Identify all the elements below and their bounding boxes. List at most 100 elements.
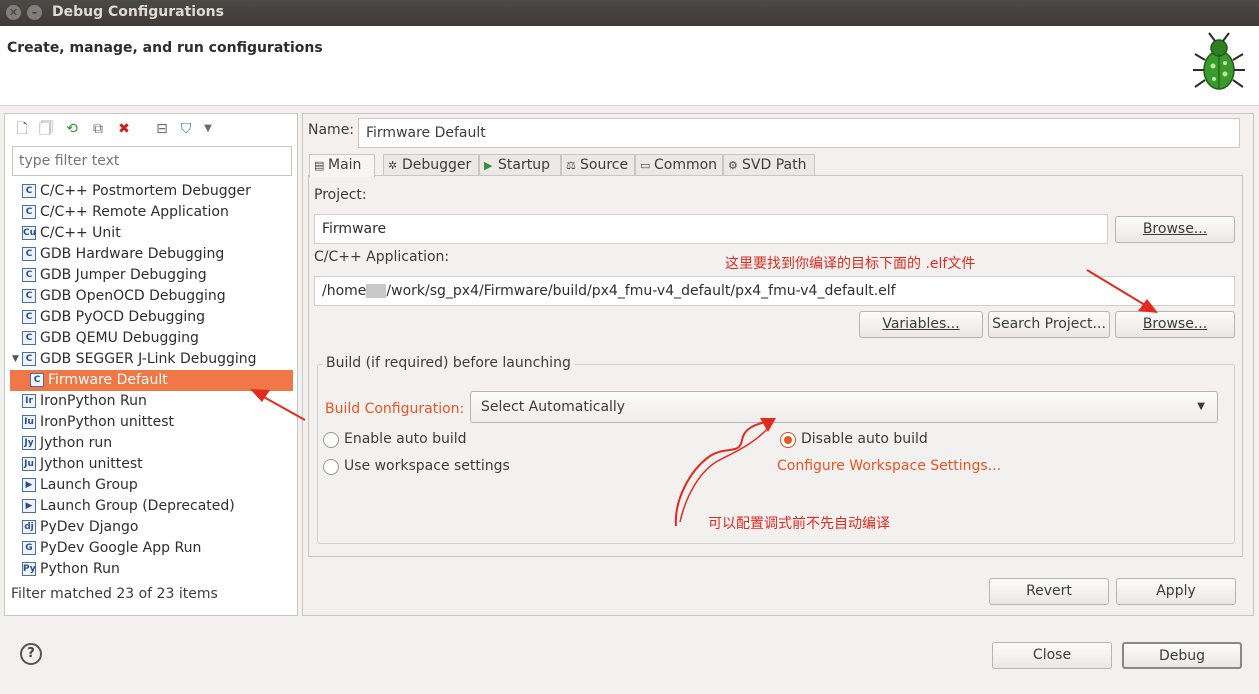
search-project-label: Search Project... — [992, 316, 1106, 332]
tree-item-label: IronPython unittest — [40, 414, 175, 430]
duplicate-icon[interactable]: ⧉ — [89, 120, 107, 138]
c-config-icon: C — [22, 331, 36, 345]
build-group-title: Build (if required) before launching — [323, 355, 574, 371]
c-config-icon: C — [22, 310, 36, 324]
export-icon[interactable]: ⟲ — [63, 120, 81, 138]
close-button[interactable]: Close — [992, 642, 1112, 669]
configure-workspace-link[interactable]: Configure Workspace Settings... — [777, 458, 1001, 474]
tree-item-label: GDB OpenOCD Debugging — [40, 288, 226, 304]
view-menu-icon[interactable]: ▼ — [199, 120, 217, 138]
apply-label: Apply — [1156, 583, 1196, 599]
tree-item-label: Jython run — [40, 435, 113, 451]
delete-icon[interactable]: ✖ — [115, 120, 133, 138]
tab-common[interactable]: ▭ Common — [635, 154, 723, 176]
tree-item-label: PyDev Django — [40, 519, 139, 535]
tab-source-label: Source — [580, 157, 629, 173]
tree-item[interactable]: C GDB PyOCD Debugging — [10, 307, 293, 328]
debug-button[interactable]: Debug — [1122, 642, 1242, 669]
tab-startup[interactable]: ▶ Startup — [479, 154, 561, 176]
use-workspace-settings-radio[interactable] — [323, 459, 339, 475]
tree-item[interactable]: G PyDev Google App Run — [10, 538, 293, 559]
configuration-editor: Name: Firmware Default ▤ Main ✲ Debugger ▶… — [302, 113, 1254, 616]
tree-item[interactable]: Iu IronPython unittest — [10, 412, 293, 433]
tree-item[interactable]: ▶ Launch Group (Deprecated) — [10, 496, 293, 517]
application-path-suffix: /work/sg_px4/Firmware/build/px4_fmu-v4_d… — [386, 283, 896, 299]
tree-item[interactable]: C Firmware Default — [10, 370, 293, 391]
tree-item-label: C/C++ Postmortem Debugger — [40, 183, 251, 199]
new-prototype-icon[interactable]: 🗍 — [37, 120, 55, 138]
revert-button[interactable]: Revert — [989, 578, 1109, 605]
tree-item[interactable]: ▶ Launch Group — [10, 475, 293, 496]
startup-play-icon: ▶ — [484, 159, 493, 172]
tree-item[interactable]: Ir IronPython Run — [10, 391, 293, 412]
build-configuration-select[interactable]: Select Automatically ▼ — [470, 391, 1218, 423]
google-app-icon: G — [22, 541, 36, 555]
configuration-list-panel: 🗋 🗍 ⟲ ⧉ ✖ ⊟ ⛉ ▼ C C/C++ Postmortem Debugg… — [4, 113, 298, 616]
application-path-prefix: /home — [322, 283, 367, 299]
project-field[interactable]: Firmware — [314, 214, 1108, 244]
tree-item[interactable]: C GDB Hardware Debugging — [10, 244, 293, 265]
close-window-icon[interactable]: ✕ — [6, 5, 21, 20]
tab-svd-path[interactable]: ⚙ SVD Path — [723, 154, 815, 176]
tab-source[interactable]: ⚖ Source — [561, 154, 635, 176]
jython-unittest-icon: Ju — [22, 457, 36, 471]
tree-item[interactable]: ▼ C GDB SEGGER J-Link Debugging — [10, 349, 293, 370]
main-tab-content: Project: Firmware Browse... C/C++ Applic… — [308, 175, 1243, 557]
build-configuration-label: Build Configuration: — [325, 401, 465, 417]
project-browse-button[interactable]: Browse... — [1115, 216, 1235, 243]
tree-item[interactable]: Cu C/C++ Unit — [10, 223, 293, 244]
disable-auto-build-radio[interactable] — [780, 432, 796, 448]
source-icon: ⚖ — [566, 159, 576, 172]
new-config-icon[interactable]: 🗋 — [13, 120, 31, 138]
enable-auto-build-radio[interactable] — [323, 432, 339, 448]
tab-debugger[interactable]: ✲ Debugger — [383, 154, 479, 176]
launch-group-icon: ▶ — [22, 478, 36, 492]
tree-item[interactable]: Jy Jython run — [10, 433, 293, 454]
tree-item[interactable]: dj PyDev Django — [10, 517, 293, 538]
tree-item[interactable]: C GDB Jumper Debugging — [10, 265, 293, 286]
apply-button[interactable]: Apply — [1116, 578, 1236, 605]
tree-item[interactable]: Ju Jython unittest — [10, 454, 293, 475]
tab-main-label: Main — [328, 157, 362, 173]
expand-toggle-icon[interactable]: ▼ — [12, 349, 19, 370]
tree-item-label: IronPython Run — [40, 393, 147, 409]
tree-item-label: GDB Hardware Debugging — [40, 246, 225, 262]
application-label: C/C++ Application: — [314, 249, 450, 265]
title-bar: ✕ – Debug Configurations — [0, 0, 1259, 26]
dialog-subtitle: Create, manage, and run configurations — [7, 40, 323, 56]
tree-item-label: Jython unittest — [40, 456, 143, 472]
django-icon: dj — [22, 520, 36, 534]
tree-item[interactable]: Py Python Run — [10, 559, 293, 580]
enable-auto-build-label: Enable auto build — [344, 431, 467, 447]
revert-label: Revert — [1026, 583, 1072, 599]
main-tab-icon: ▤ — [314, 159, 325, 172]
collapse-all-icon[interactable]: ⊟ — [153, 120, 171, 138]
help-icon[interactable]: ? — [20, 643, 42, 665]
redacted-username — [366, 284, 387, 298]
filter-icon[interactable]: ⛉ — [177, 120, 195, 138]
variables-label: Variables... — [882, 316, 960, 332]
name-field[interactable]: Firmware Default — [358, 118, 1240, 148]
tree-item[interactable]: C C/C++ Remote Application — [10, 202, 293, 223]
minimize-window-icon[interactable]: – — [27, 5, 42, 20]
c-config-icon: C — [22, 247, 36, 261]
variables-button[interactable]: Variables... — [859, 311, 983, 338]
filter-input[interactable] — [12, 146, 292, 176]
tree-item[interactable]: C C/C++ Postmortem Debugger — [10, 181, 293, 202]
tab-common-label: Common — [654, 157, 718, 173]
python-icon: Py — [22, 562, 36, 576]
tree-item[interactable]: C GDB OpenOCD Debugging — [10, 286, 293, 307]
tree-item[interactable]: C GDB QEMU Debugging — [10, 328, 293, 349]
configuration-tree: C C/C++ Postmortem Debugger C C/C++ Remote … — [10, 181, 293, 583]
c-config-icon: C — [22, 289, 36, 303]
c-config-icon: C — [22, 352, 36, 366]
tab-main[interactable]: ▤ Main — [309, 154, 375, 177]
application-browse-button[interactable]: Browse... — [1115, 311, 1235, 338]
elf-annotation: 这里要找到你编译的目标下面的 .elf文件 — [725, 256, 976, 272]
c-unit-icon: Cu — [22, 226, 37, 240]
application-path-field[interactable]: /home/work/sg_px4/Firmware/build/px4_fmu… — [314, 276, 1235, 306]
ironpython-icon: Ir — [22, 394, 36, 408]
tree-item-label: Firmware Default — [48, 372, 168, 388]
search-project-button[interactable]: Search Project... — [988, 311, 1110, 338]
common-icon: ▭ — [640, 159, 651, 172]
